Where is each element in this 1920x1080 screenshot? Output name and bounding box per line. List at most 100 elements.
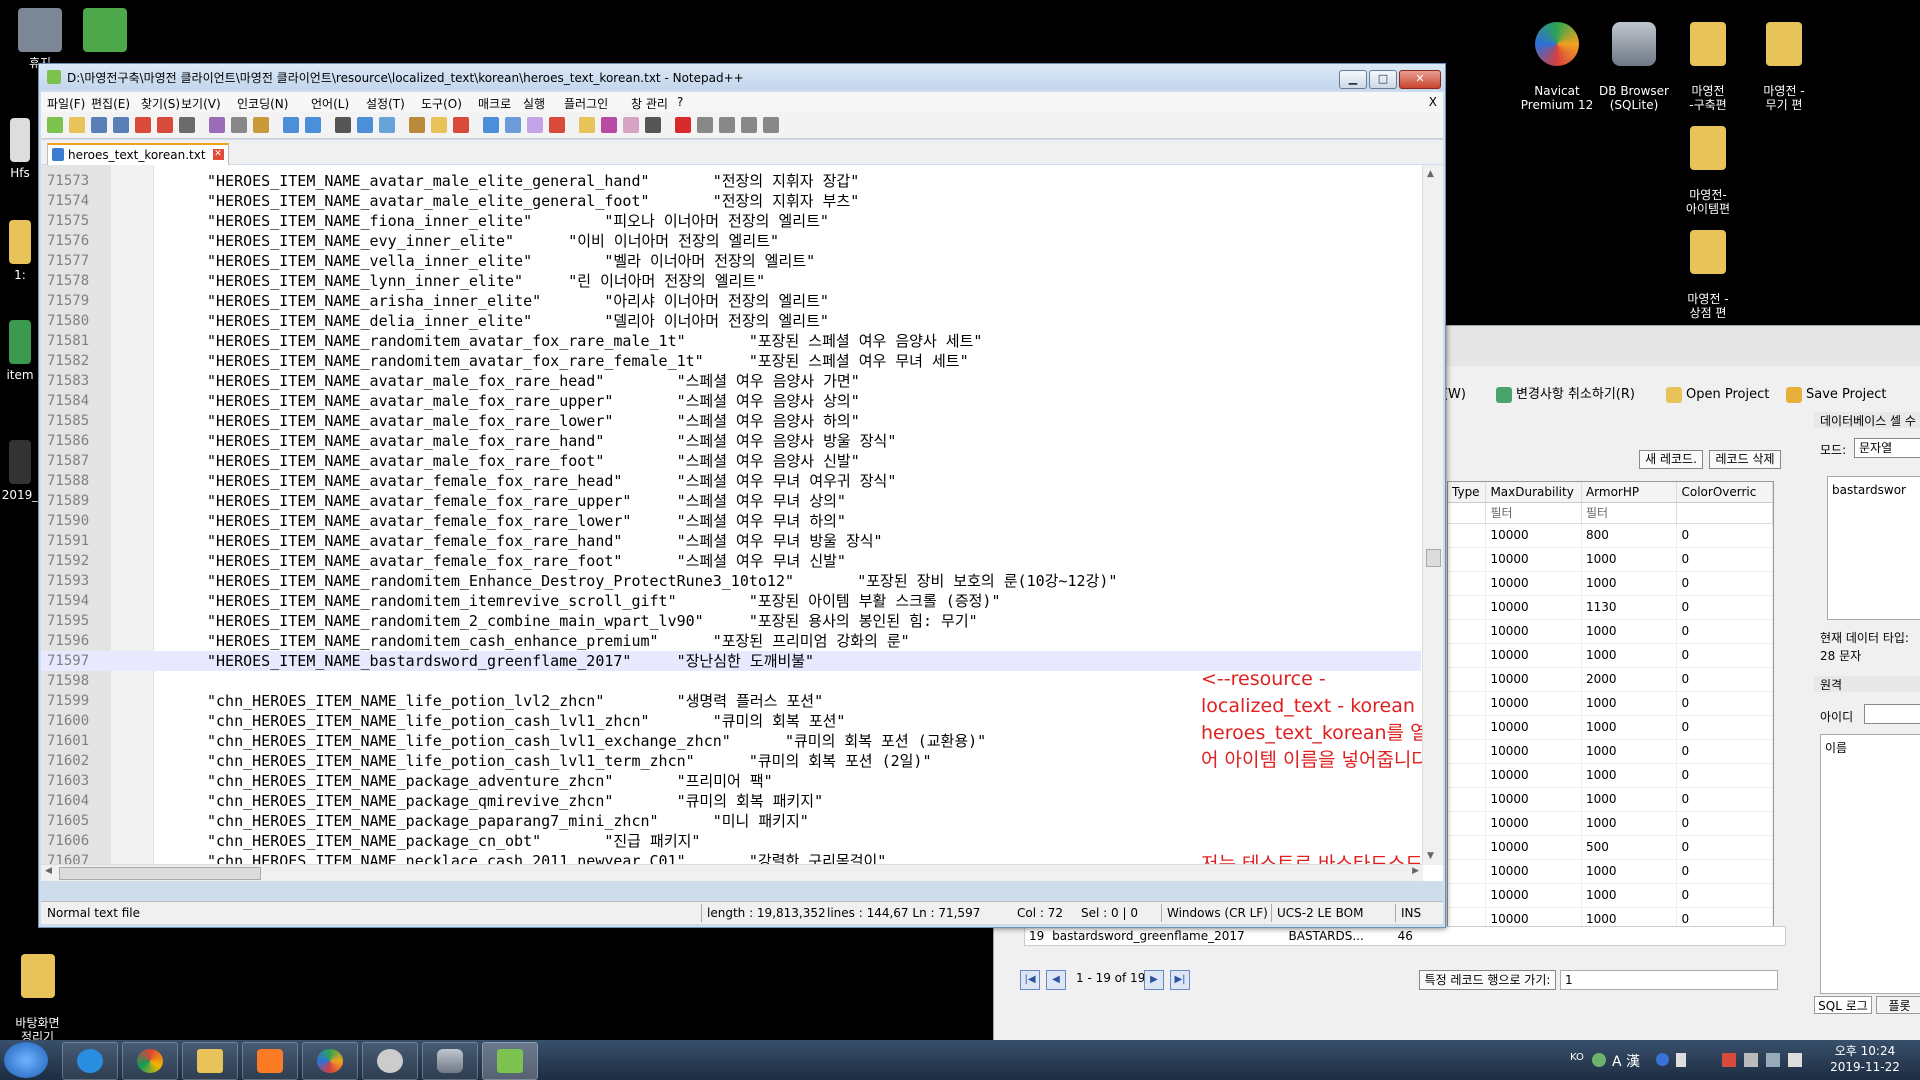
filter-input[interactable]: 필터 [1582, 503, 1678, 523]
table-cell[interactable]: 1000 [1582, 860, 1678, 883]
editor-line[interactable]: 71573 "HEROES_ITEM_NAME_avatar_male_elite… [41, 171, 1421, 191]
table-cell[interactable]: 1000 [1582, 692, 1678, 715]
table-cell[interactable]: 10000 [1486, 836, 1582, 859]
tray-flag-icon[interactable] [1722, 1053, 1736, 1067]
table-cell[interactable]: 0 [1677, 740, 1773, 763]
table-row[interactable]: 10000 1000 0 [1448, 740, 1773, 764]
taskbar-explorer[interactable] [182, 1042, 238, 1080]
table-cell[interactable]: 0 [1677, 644, 1773, 667]
tray-arrow-icon[interactable] [1676, 1053, 1686, 1067]
desktop-icon-dbbrowser[interactable]: DB Browser (SQLite) [1594, 8, 1674, 112]
table-cell[interactable] [1448, 884, 1487, 907]
delete-record-button[interactable]: 레코드 삭제 [1709, 450, 1781, 469]
table-cell[interactable]: 10000 [1486, 644, 1582, 667]
table-cell[interactable]: 10000 [1486, 596, 1582, 619]
table-row[interactable]: 1000011300 [1448, 596, 1773, 620]
editor-line[interactable]: 71593 "HEROES_ITEM_NAME_randomitem_Enhanc… [41, 571, 1421, 591]
undo-icon[interactable] [283, 117, 299, 133]
map-icon[interactable] [549, 117, 565, 133]
filter-input[interactable] [1448, 503, 1487, 523]
table-cell[interactable]: 0 [1677, 812, 1773, 835]
table-row[interactable]: 10000 1000 0 [1448, 692, 1773, 716]
wrap-icon[interactable] [453, 117, 469, 133]
table-cell[interactable]: 500 [1582, 836, 1678, 859]
vertical-scrollbar[interactable]: ▲ ▼ [1422, 165, 1443, 865]
desktop-icon-recycle-bin[interactable]: 휴지 [0, 8, 80, 70]
table-cell[interactable] [1448, 716, 1487, 739]
table-cell[interactable]: 10000 [1486, 812, 1582, 835]
table-cell[interactable]: 800 [1582, 524, 1678, 547]
editor-line[interactable]: 71575 "HEROES_ITEM_NAME_fiona_inner_elite… [41, 211, 1421, 231]
table-cell[interactable]: 0 [1677, 668, 1773, 691]
menu-item[interactable]: 매크로 [478, 95, 511, 112]
column-header[interactable]: ColorOverric [1677, 482, 1773, 502]
table-cell[interactable]: 10000 [1486, 572, 1582, 595]
taskbar-navicat[interactable] [302, 1042, 358, 1080]
help-icon[interactable] [1656, 1053, 1669, 1066]
scrollbar-thumb[interactable] [1426, 549, 1441, 567]
table-cell[interactable] [1448, 692, 1487, 715]
table-cell[interactable] [1448, 620, 1487, 643]
table-cell[interactable]: 0 [1677, 884, 1773, 907]
tray-ime-icon[interactable] [1592, 1053, 1606, 1067]
menu-item[interactable]: 도구(O) [421, 95, 462, 112]
table-cell[interactable]: 1000 [1582, 884, 1678, 907]
taskbar-dbbrowser[interactable] [422, 1042, 478, 1080]
horizontal-scrollbar[interactable]: ◀ ▶ [41, 864, 1423, 881]
table-cell[interactable] [1448, 524, 1487, 547]
goto-record-input[interactable]: 1 [1560, 970, 1778, 990]
table-cell[interactable]: 1000 [1582, 548, 1678, 571]
table-row[interactable]: 10000 1000 0 [1448, 548, 1773, 572]
open-project-button[interactable]: Open Project [1664, 384, 1769, 406]
editor-line[interactable]: 71588 "HEROES_ITEM_NAME_avatar_female_fox… [41, 471, 1421, 491]
editor-line[interactable]: 71584 "HEROES_ITEM_NAME_avatar_male_fox_r… [41, 391, 1421, 411]
editor-line[interactable]: 71592 "HEROES_ITEM_NAME_avatar_female_fox… [41, 551, 1421, 571]
filter-input[interactable] [1677, 503, 1773, 523]
editor-line[interactable]: 71591 "HEROES_ITEM_NAME_avatar_female_fox… [41, 531, 1421, 551]
desktop-icon-navicat[interactable]: Navicat Premium 12 [1517, 8, 1597, 112]
table-row[interactable]: 10000 1000 0 [1448, 764, 1773, 788]
table-cell[interactable]: 1000 [1582, 764, 1678, 787]
desktop-icon-hfs[interactable]: Hfs [0, 118, 40, 180]
menu-item[interactable]: 인코딩(N) [237, 95, 288, 112]
menu-item[interactable]: 설정(T) [366, 95, 405, 112]
editor-line[interactable]: 71579 "HEROES_ITEM_NAME_arisha_inner_elit… [41, 291, 1421, 311]
tray-network-icon[interactable] [1766, 1053, 1780, 1067]
menu-item[interactable]: 실행 [523, 95, 545, 112]
desktop-icon-2019[interactable]: 2019_ [0, 440, 40, 502]
table-row[interactable]: 10000 1000 0 [1448, 620, 1773, 644]
table-cell[interactable]: 0 [1677, 572, 1773, 595]
editor-line[interactable]: 71590 "HEROES_ITEM_NAME_avatar_female_fox… [41, 511, 1421, 531]
redo-icon[interactable] [305, 117, 321, 133]
editor-line[interactable]: 71605 "chn_HEROES_ITEM_NAME_package_papar… [41, 811, 1421, 831]
copy-icon[interactable] [231, 117, 247, 133]
taskbar-ie[interactable] [62, 1042, 118, 1080]
scroll-left-icon[interactable]: ◀ [45, 866, 52, 876]
table-cell[interactable]: 0 [1677, 692, 1773, 715]
save-icon[interactable] [91, 117, 107, 133]
table-cell[interactable]: 10000 [1486, 692, 1582, 715]
editor-line[interactable]: 71586 "HEROES_ITEM_NAME_avatar_male_fox_r… [41, 431, 1421, 451]
play-multi-icon[interactable] [741, 117, 757, 133]
table-cell[interactable]: 1000 [1582, 644, 1678, 667]
tray-device-icon[interactable] [1744, 1053, 1758, 1067]
last-page-button[interactable]: ▶| [1170, 970, 1190, 990]
table-cell[interactable] [1448, 812, 1487, 835]
editor-line[interactable]: 71582 "HEROES_ITEM_NAME_randomitem_avatar… [41, 351, 1421, 371]
table-cell[interactable] [1448, 836, 1487, 859]
next-page-button[interactable]: ▶ [1144, 970, 1164, 990]
column-header[interactable]: MaxDurability [1486, 482, 1582, 502]
taskbar-xampp[interactable] [242, 1042, 298, 1080]
text-editor[interactable]: 71573 "HEROES_ITEM_NAME_avatar_male_elite… [41, 165, 1443, 881]
revert-changes-button[interactable]: 변경사항 취소하기(R) [1494, 384, 1635, 406]
status-insert-mode[interactable]: INS [1401, 906, 1421, 920]
minimize-button[interactable]: ▁ [1339, 70, 1367, 89]
start-button[interactable] [4, 1042, 48, 1078]
grid-last-row[interactable]: 19 bastardsword_greenflame_2017 BASTARDS… [1024, 926, 1786, 946]
table-cell[interactable] [1448, 788, 1487, 811]
first-page-button[interactable]: |◀ [1020, 970, 1040, 990]
table-cell[interactable] [1448, 668, 1487, 691]
table-cell[interactable] [1448, 548, 1487, 571]
table-cell[interactable]: 10000 [1486, 620, 1582, 643]
table-row[interactable]: 10000 1000 0 [1448, 572, 1773, 596]
